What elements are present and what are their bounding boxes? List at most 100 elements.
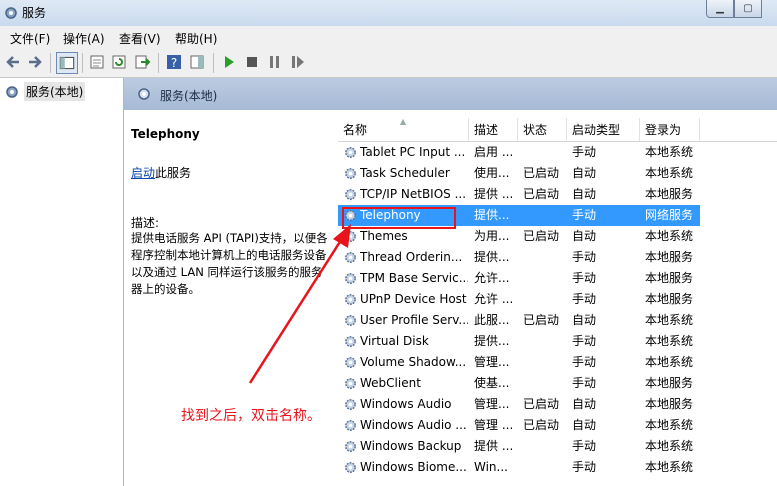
service-row[interactable]: UPnP Device Host 允许 ... 手动 本地服务 bbox=[338, 289, 700, 310]
gear-icon bbox=[345, 168, 356, 179]
service-name-cell: Task Scheduler bbox=[360, 166, 450, 180]
service-logon-cell: 本地系统 bbox=[645, 355, 694, 369]
service-logon-cell: 本地服务 bbox=[645, 376, 694, 390]
svg-text:?: ? bbox=[171, 56, 177, 70]
menu-view[interactable]: 查看(V) bbox=[119, 30, 161, 47]
description-label: 描述: bbox=[131, 216, 160, 230]
service-logon-cell: 本地系统 bbox=[645, 145, 694, 159]
back-icon[interactable] bbox=[4, 53, 22, 71]
service-description-cell: 此服... bbox=[474, 313, 510, 327]
service-logon-cell: 本地系统 bbox=[645, 460, 694, 474]
service-name-cell: TCP/IP NetBIOS ... bbox=[360, 187, 467, 201]
service-row[interactable]: Volume Shadow... 管理... 手动 本地系统 bbox=[338, 352, 700, 373]
window-controls: ▁ ▢ bbox=[706, 0, 762, 18]
service-name-cell: Themes bbox=[360, 229, 408, 243]
gear-icon bbox=[345, 273, 356, 284]
toolbar-separator bbox=[158, 53, 159, 73]
service-description-cell: 提供... bbox=[474, 250, 510, 264]
gear-icon bbox=[345, 336, 356, 347]
service-status-cell bbox=[523, 142, 565, 163]
service-name-cell: UPnP Device Host bbox=[360, 292, 467, 306]
gear-icon bbox=[345, 462, 356, 473]
service-startup-type-cell: 自动 bbox=[572, 166, 597, 180]
service-startup-type-cell: 自动 bbox=[572, 313, 597, 327]
toolbar: ? bbox=[0, 48, 777, 78]
gear-icon bbox=[345, 399, 356, 410]
help-icon[interactable]: ? bbox=[165, 53, 183, 71]
service-startup-type-cell: 手动 bbox=[572, 376, 597, 390]
service-startup-type-cell: 自动 bbox=[572, 229, 597, 243]
service-row[interactable]: Windows Audio 管理... 已启动 自动 本地服务 bbox=[338, 394, 700, 415]
show-pane-icon[interactable] bbox=[188, 53, 206, 71]
console-tree: 服务(本地) bbox=[0, 78, 124, 486]
service-name-cell: Windows Audio bbox=[360, 397, 452, 411]
column-header-logon[interactable]: 登录为 bbox=[640, 118, 700, 141]
services-list: ▲ 名称 描述 状态 启动类型 登录为 Tablet PC Input ... 启… bbox=[338, 118, 777, 486]
service-row[interactable]: Virtual Disk 提供... 手动 本地系统 bbox=[338, 331, 700, 352]
service-row[interactable]: TCP/IP NetBIOS ... 提供 ... 已启动 自动 本地服务 bbox=[338, 184, 700, 205]
properties-icon[interactable] bbox=[88, 53, 106, 71]
console-tree-icon[interactable] bbox=[56, 52, 78, 74]
start-service-link[interactable]: 启动 bbox=[131, 166, 155, 180]
service-row[interactable]: Themes 为用... 已启动 自动 本地系统 bbox=[338, 226, 700, 247]
gear-icon bbox=[345, 231, 356, 242]
service-startup-type-cell: 手动 bbox=[572, 292, 597, 306]
annotation-text: 找到之后，双击名称。 bbox=[181, 408, 321, 424]
menu-help[interactable]: 帮助(H) bbox=[175, 30, 217, 47]
service-row[interactable]: Thread Orderin... 提供... 手动 本地服务 bbox=[338, 247, 700, 268]
menu-file[interactable]: 文件(F) bbox=[10, 30, 50, 47]
service-startup-type-cell: 手动 bbox=[572, 271, 597, 285]
gear-icon bbox=[345, 294, 356, 305]
service-row[interactable]: Tablet PC Input ... 启用 ... 手动 本地系统 bbox=[338, 142, 700, 163]
service-description-cell: Win... bbox=[474, 460, 508, 474]
column-header-description[interactable]: 描述 bbox=[469, 118, 518, 141]
service-status-cell: 已启动 bbox=[523, 166, 560, 180]
column-header-status[interactable]: 状态 bbox=[518, 118, 567, 141]
toolbar-separator bbox=[82, 53, 83, 73]
gear-icon bbox=[345, 252, 356, 263]
service-logon-cell: 本地系统 bbox=[645, 313, 694, 327]
menu-bar: 文件(F) 操作(A) 查看(V) 帮助(H) bbox=[0, 26, 777, 48]
service-startup-type-cell: 手动 bbox=[572, 145, 597, 159]
service-logon-cell: 本地服务 bbox=[645, 397, 694, 411]
column-header-name[interactable]: ▲ 名称 bbox=[338, 118, 469, 141]
gear-icon bbox=[345, 420, 356, 431]
export-icon[interactable] bbox=[133, 53, 151, 71]
service-name-cell: Virtual Disk bbox=[360, 334, 429, 348]
service-row[interactable]: TPM Base Servic... 允许... 手动 本地服务 bbox=[338, 268, 700, 289]
service-logon-cell: 本地系统 bbox=[645, 229, 694, 243]
column-header-label: 启动类型 bbox=[572, 123, 621, 137]
service-row[interactable]: WebClient 使基... 手动 本地服务 bbox=[338, 373, 700, 394]
title-bar: 服务 ▁ ▢ bbox=[0, 0, 777, 26]
tree-item-label: 服务(本地) bbox=[24, 82, 86, 101]
play-icon[interactable] bbox=[220, 53, 238, 71]
service-description-cell: 管理... bbox=[474, 355, 510, 369]
service-description-cell: 提供 ... bbox=[474, 187, 514, 201]
service-status-cell: 已启动 bbox=[523, 187, 560, 201]
service-logon-cell: 网络服务 bbox=[645, 208, 694, 222]
pane-header-title: 服务(本地) bbox=[160, 89, 218, 103]
pane-header: 服务(本地) bbox=[124, 78, 777, 110]
service-row[interactable]: Windows Audio ... 管理 ... 已启动 自动 本地系统 bbox=[338, 415, 700, 436]
toolbar-separator bbox=[50, 53, 51, 73]
refresh-icon[interactable] bbox=[110, 53, 128, 71]
tree-item-services-local[interactable]: 服务(本地) bbox=[4, 82, 86, 101]
service-name-cell: Volume Shadow... bbox=[360, 355, 467, 369]
service-row[interactable]: User Profile Serv... 此服... 已启动 自动 本地系统 bbox=[338, 310, 700, 331]
service-startup-type-cell: 手动 bbox=[572, 208, 597, 222]
minimize-button[interactable]: ▁ bbox=[706, 0, 734, 18]
service-row[interactable]: Task Scheduler 使用... 已启动 自动 本地系统 bbox=[338, 163, 700, 184]
maximize-button[interactable]: ▢ bbox=[734, 0, 762, 18]
service-startup-type-cell: 手动 bbox=[572, 334, 597, 348]
forward-icon[interactable] bbox=[26, 53, 44, 71]
service-logon-cell: 本地系统 bbox=[645, 439, 694, 453]
service-name-cell: TPM Base Servic... bbox=[360, 271, 468, 285]
menu-action[interactable]: 操作(A) bbox=[63, 30, 105, 47]
service-row[interactable]: Windows Biome... Win... 手动 本地系统 bbox=[338, 457, 700, 478]
pause-icon[interactable] bbox=[266, 53, 284, 71]
column-header-startup-type[interactable]: 启动类型 bbox=[567, 118, 640, 141]
stop-icon[interactable] bbox=[243, 53, 261, 71]
resume-icon[interactable] bbox=[289, 53, 307, 71]
service-status-cell bbox=[523, 247, 565, 268]
service-row[interactable]: Windows Backup 提供 ... 手动 本地系统 bbox=[338, 436, 700, 457]
